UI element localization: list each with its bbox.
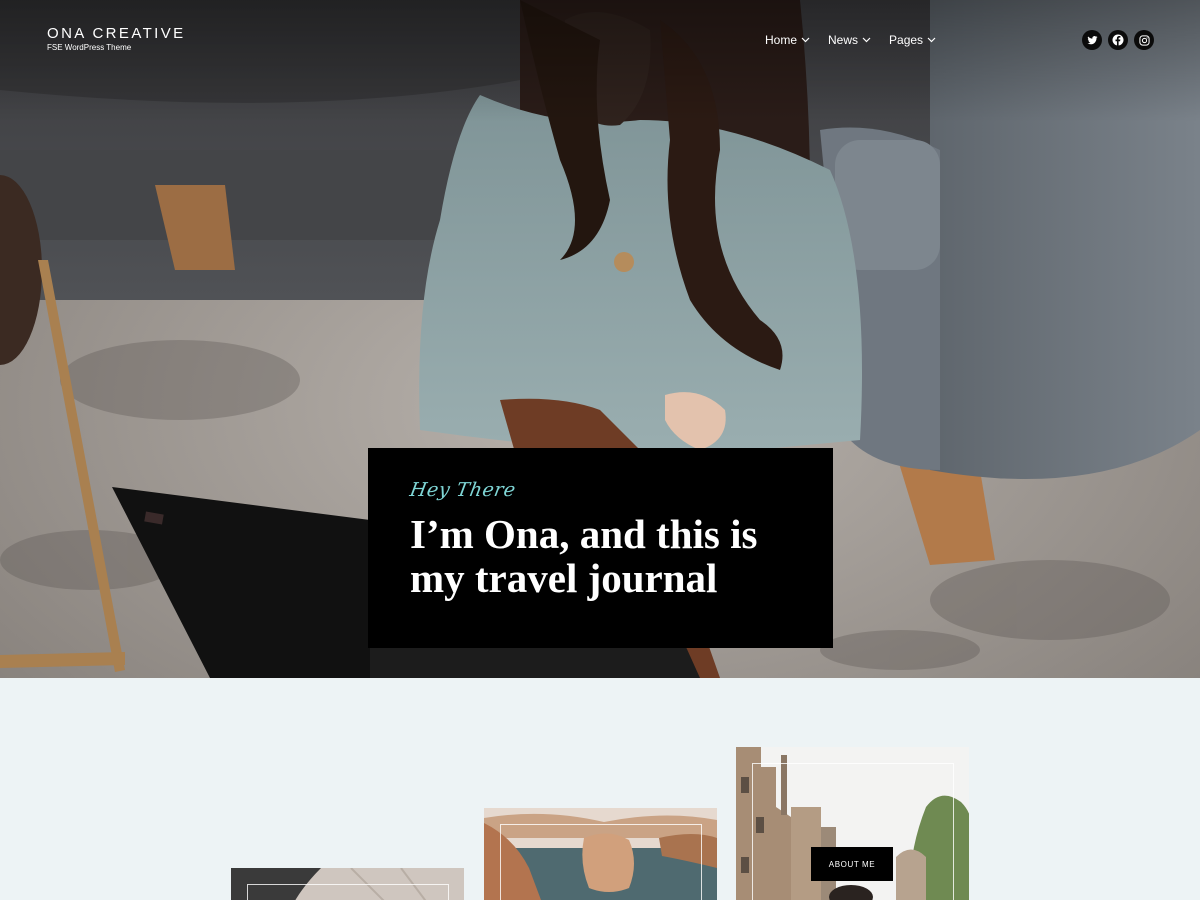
gallery-tile-canyon[interactable] <box>484 808 717 900</box>
twitter-icon <box>1086 35 1098 44</box>
intro-card: Hey There I’m Ona, and this is my travel… <box>368 448 833 648</box>
intro-title-line2: my travel journal <box>410 555 718 601</box>
main-nav: Home News Pages <box>765 33 936 47</box>
brand[interactable]: ONA CREATIVE FSE WordPress Theme <box>47 26 186 53</box>
tile-frame <box>247 884 449 900</box>
site-title[interactable]: ONA CREATIVE <box>47 26 186 42</box>
nav-item-news[interactable]: News <box>828 33 871 47</box>
twitter-link[interactable] <box>1082 30 1102 50</box>
facebook-icon <box>1112 34 1124 46</box>
intro-title: I’m Ona, and this is my travel journal <box>410 512 791 600</box>
nav-item-label: Pages <box>889 33 924 47</box>
instagram-icon <box>1138 34 1150 46</box>
nav-item-pages[interactable]: Pages <box>889 33 936 47</box>
gallery-tile-desk[interactable] <box>231 868 464 900</box>
chevron-down-icon <box>927 37 936 43</box>
gallery-section: ABOUT ME <box>0 678 1200 900</box>
gallery-tile-street[interactable]: ABOUT ME <box>736 747 969 900</box>
instagram-link[interactable] <box>1134 30 1154 50</box>
facebook-link[interactable] <box>1108 30 1128 50</box>
intro-kicker: Hey There <box>408 479 518 501</box>
site-header: ONA CREATIVE FSE WordPress Theme Home Ne… <box>0 0 1200 80</box>
site-tagline: FSE WordPress Theme <box>47 43 132 52</box>
nav-item-label: News <box>828 33 859 47</box>
chevron-down-icon <box>801 37 810 43</box>
tile-frame <box>500 824 702 900</box>
intro-title-line1: I’m Ona, and this is <box>410 511 758 557</box>
social-links <box>1082 30 1154 50</box>
about-me-button[interactable]: ABOUT ME <box>811 847 893 881</box>
chevron-down-icon <box>862 37 871 43</box>
nav-item-label: Home <box>765 33 798 47</box>
nav-item-home[interactable]: Home <box>765 33 810 47</box>
